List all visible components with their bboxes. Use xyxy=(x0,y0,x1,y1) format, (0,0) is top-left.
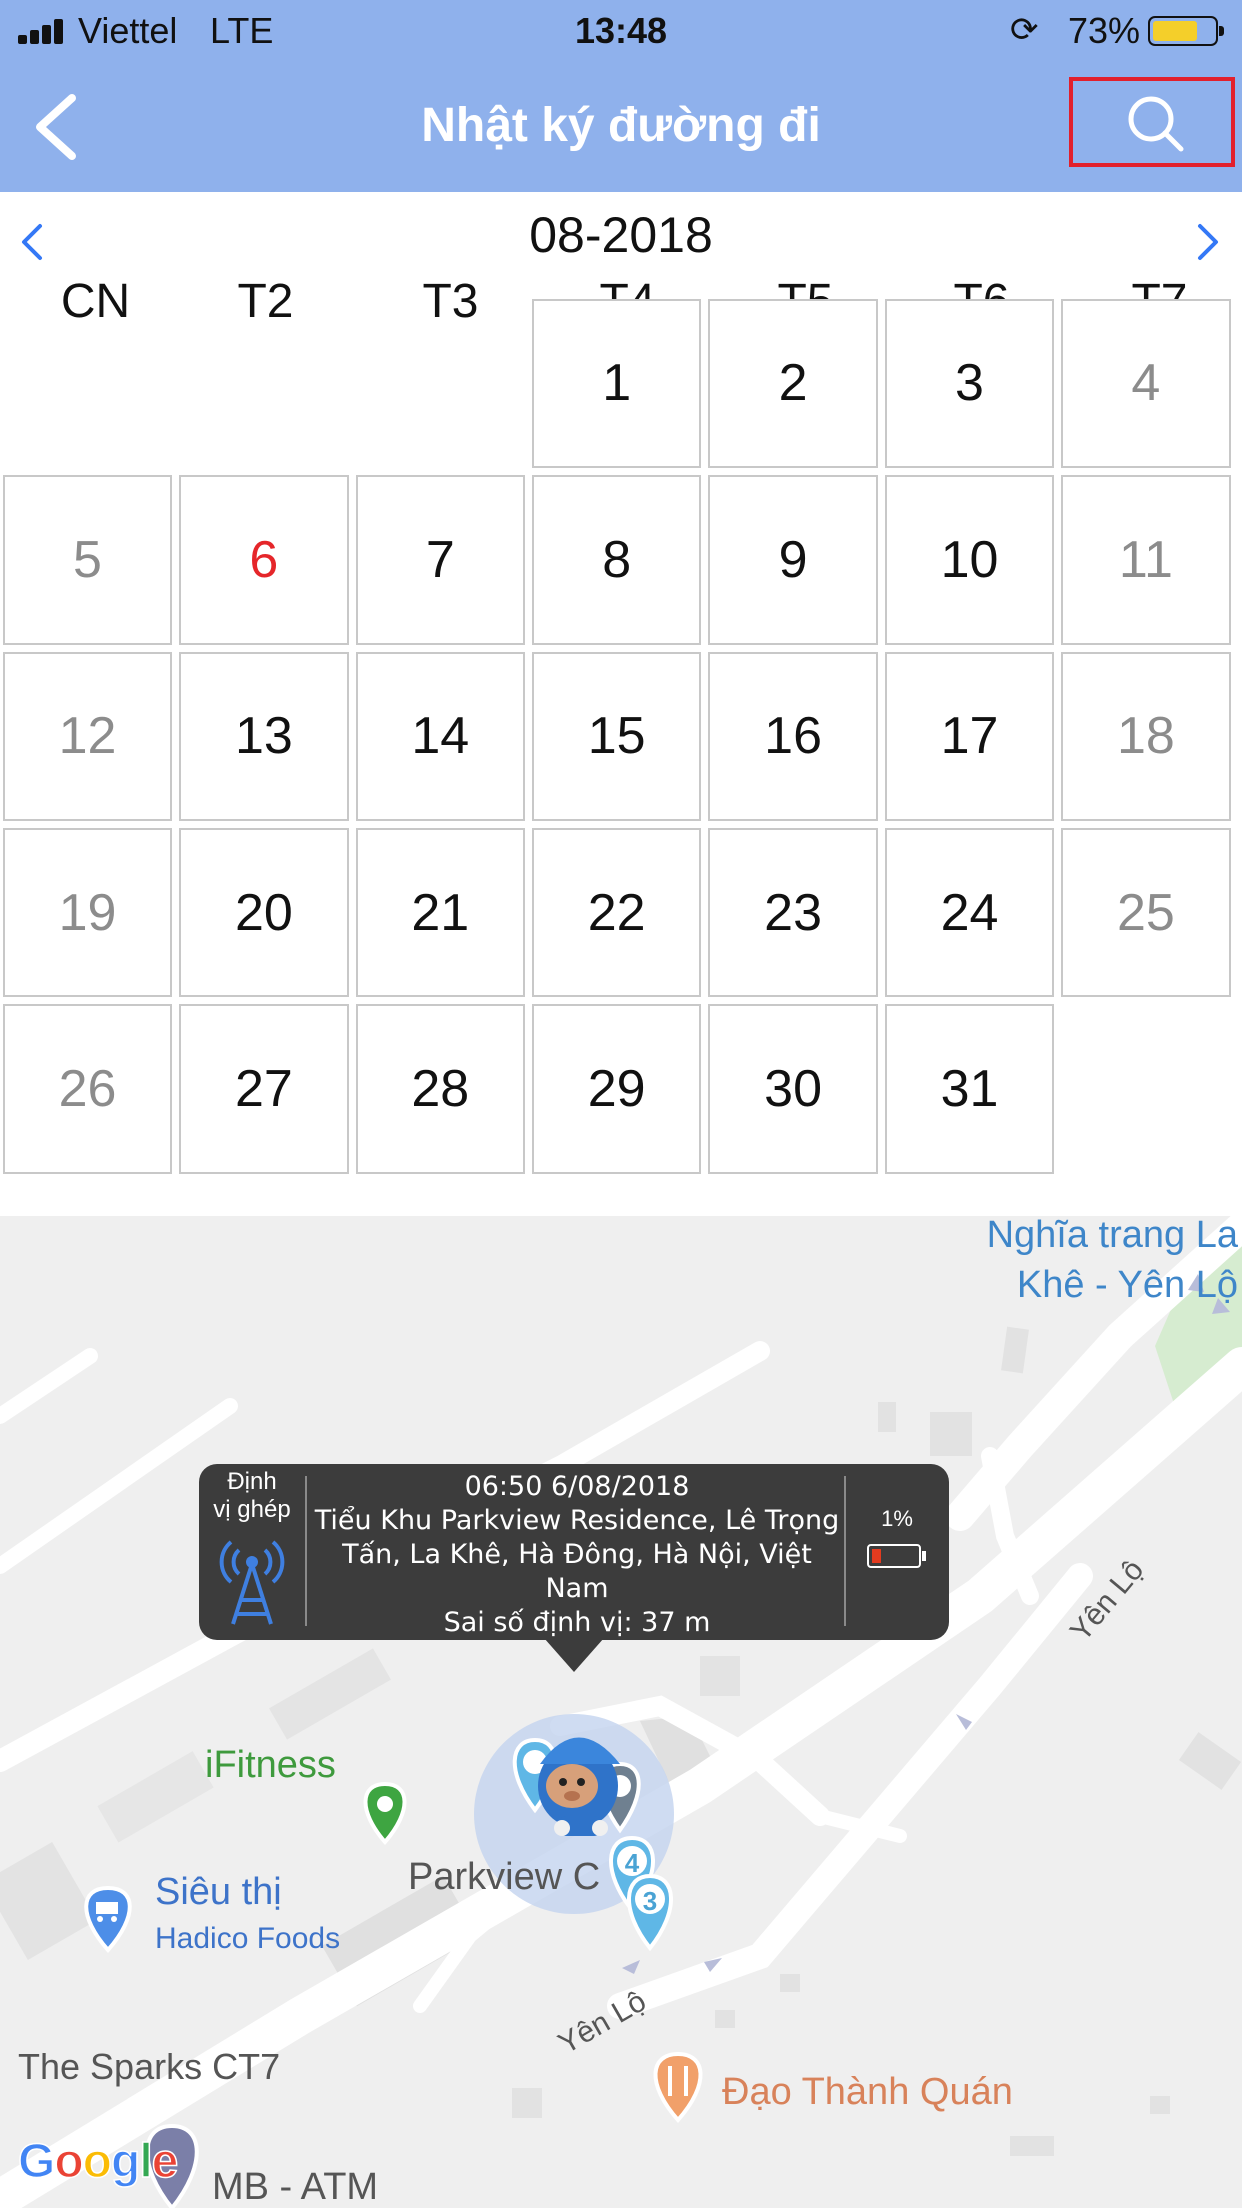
calendar-day-19[interactable]: 19 xyxy=(2,828,173,998)
calendar-day-21[interactable]: 21 xyxy=(355,828,525,998)
calendar-day-30[interactable]: 30 xyxy=(708,1004,878,1174)
map-label-parkview: Parkview C xyxy=(408,1856,601,1898)
calendar-day-15[interactable]: 15 xyxy=(532,651,702,821)
calendar-day-23[interactable]: 23 xyxy=(708,828,878,998)
map-label-ifitness[interactable]: iFitness xyxy=(205,1744,336,1787)
map-label-atm[interactable]: MB - ATM xyxy=(212,2166,378,2208)
calendar-day-12[interactable]: 12 xyxy=(2,651,173,821)
location-type: Định vị ghép xyxy=(199,1464,305,1640)
calendar-day-16[interactable]: 16 xyxy=(708,651,878,821)
map-label-cemetery: Nghĩa trang La Khê - Yên Lộ xyxy=(986,1216,1238,1306)
search-button[interactable] xyxy=(1069,77,1235,167)
calendar-day-20[interactable]: 20 xyxy=(179,828,349,998)
calendar-day-10[interactable]: 10 xyxy=(884,475,1055,645)
calendar-day-17[interactable]: 17 xyxy=(884,651,1055,821)
calendar-day-3[interactable]: 3 xyxy=(884,298,1055,469)
calendar-day-13[interactable]: 13 xyxy=(179,651,349,821)
calendar-day-22[interactable]: 22 xyxy=(532,828,702,998)
location-address-line1: Tiểu Khu Parkview Residence, Lê Trọng xyxy=(314,1505,840,1536)
battery-icon xyxy=(1148,16,1224,46)
calendar-day-24[interactable]: 24 xyxy=(884,828,1055,998)
calendar-day-9[interactable]: 9 xyxy=(708,475,878,645)
calendar-day-18[interactable]: 18 xyxy=(1061,651,1231,821)
status-bar: Viettel LTE 13:48 ⟳ 73% xyxy=(0,0,1242,62)
shopping-cart-pin-icon xyxy=(84,1885,132,1954)
battery-percentage: 73% xyxy=(1068,10,1141,51)
next-month-button[interactable] xyxy=(1180,212,1230,272)
popup-pointer xyxy=(544,1638,604,1672)
calendar-day-6[interactable]: 6 xyxy=(179,475,349,645)
page-title: Nhật ký đường đi xyxy=(421,99,821,152)
location-type-label-line2: vị ghép xyxy=(213,1496,291,1523)
rotation-lock-icon: ⟳ xyxy=(1010,11,1039,49)
chevron-left-icon xyxy=(36,94,76,160)
svg-text:4: 4 xyxy=(625,1848,640,1878)
map-view[interactable]: 4 3 Nghĩa trang La Khê - Yên Lộ iFitness… xyxy=(0,1216,1242,2208)
calendar-day-4[interactable]: 4 xyxy=(1061,298,1231,469)
location-accuracy: Sai số định vị: 37 m xyxy=(443,1607,711,1638)
status-time: 13:48 xyxy=(574,10,668,51)
device-battery: 1% xyxy=(845,1464,949,1640)
calendar-day-8[interactable]: 8 xyxy=(532,475,702,645)
calendar-day-14[interactable]: 14 xyxy=(355,651,525,821)
map-label-supermarket[interactable]: Siêu thị xyxy=(155,1871,282,1914)
month-label: 08-2018 xyxy=(529,207,713,263)
ifitness-pin-icon xyxy=(363,1781,407,1846)
svg-text:3: 3 xyxy=(643,1886,657,1916)
calendar-day-29[interactable]: 29 xyxy=(532,1004,702,1174)
calendar-day-26[interactable]: 26 xyxy=(2,1004,173,1174)
back-button[interactable] xyxy=(20,84,110,170)
map-label-sparks: The Sparks CT7 xyxy=(18,2046,281,2087)
calendar-day-11[interactable]: 11 xyxy=(1061,475,1231,645)
nav-bar: Nhật ký đường đi xyxy=(0,62,1242,192)
device-battery-percent: 1% xyxy=(881,1506,913,1531)
map-label-supermarket-sub: Hadico Foods xyxy=(155,1922,341,1955)
calendar-day-5[interactable]: 5 xyxy=(2,475,173,645)
map-label-restaurant[interactable]: Đạo Thành Quán xyxy=(722,2071,1013,2114)
location-type-label-line1: Định xyxy=(227,1468,277,1495)
restaurant-pin-icon xyxy=(653,2051,703,2124)
calendar-day-2[interactable]: 2 xyxy=(708,298,878,469)
calendar-day-31[interactable]: 31 xyxy=(884,1004,1055,1174)
calendar: 08-2018 CN T2 T3 T4 T5 T6 T7 12345678910… xyxy=(0,192,1242,1216)
weekday-header-sun: CN xyxy=(60,275,131,328)
location-info-popup[interactable]: Định vị ghép 06:50 6/08/2018 Tiểu Khu Pa… xyxy=(199,1464,949,1672)
calendar-day-25[interactable]: 25 xyxy=(1061,828,1231,998)
calendar-day-27[interactable]: 27 xyxy=(179,1004,349,1174)
antenna-icon xyxy=(219,1540,285,1625)
weekday-header-mon: T2 xyxy=(237,275,294,328)
device-battery-icon xyxy=(867,1544,926,1568)
search-icon xyxy=(1128,96,1184,152)
google-logo: Google xyxy=(17,2134,179,2189)
calendar-day-1[interactable]: 1 xyxy=(532,298,702,469)
weekday-header-tue: T3 xyxy=(422,275,479,328)
calendar-day-7[interactable]: 7 xyxy=(355,475,525,645)
location-datetime: 06:50 6/08/2018 xyxy=(464,1471,690,1502)
chevron-right-icon xyxy=(1198,224,1218,260)
calendar-day-28[interactable]: 28 xyxy=(355,1004,525,1174)
location-address-line2: Tấn, La Khê, Hà Đông, Hà Nội, Việt Nam xyxy=(342,1539,812,1604)
route-marker-3: 3 xyxy=(627,1873,673,1952)
